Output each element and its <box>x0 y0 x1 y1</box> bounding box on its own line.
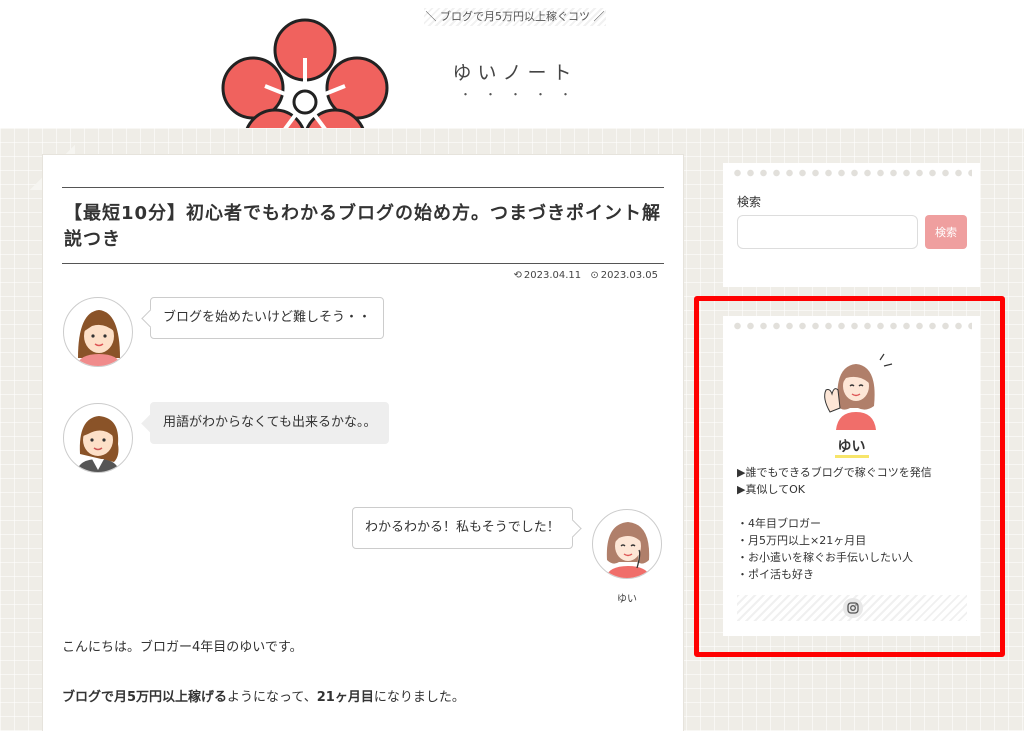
published-date: 2023.03.05 <box>600 270 658 281</box>
profile-description: ▶誰でもできるブログで稼ぐコツを発信 ▶真似してOK ・4年目ブロガー ・月5万… <box>737 464 932 583</box>
woman-suit-illust-icon <box>76 416 120 472</box>
article-title: 【最短10分】初心者でもわかるブログの始め方。つまづきポイント解説つき <box>62 187 664 264</box>
earnings-paragraph: ブログで月5万円以上稼げるようになって、21ヶ月目になりました。 <box>62 686 465 705</box>
yui-waving-illust-icon <box>824 353 893 430</box>
earnings-mid: ようになって、 <box>227 690 317 705</box>
girl-pink-illust-icon <box>76 310 122 366</box>
updated-icon: ⟲ <box>513 270 522 281</box>
intro-paragraph: こんにちは。ブロガー4年目のゆいです。 <box>62 640 303 655</box>
chat-bubble-2: 用語がわからなくても出来るかな。。 <box>150 402 390 444</box>
profile-line: ▶誰でもできるブログで稼ぐコツを発信 <box>737 466 932 479</box>
instagram-link[interactable] <box>843 598 863 618</box>
site-header: ＼ ブログで月5万円以上稼ぐコツ ／ ゆいノート ・・・・・ <box>0 0 1024 128</box>
avatar-girl-pink <box>63 297 133 367</box>
widget-dots <box>731 322 972 330</box>
site-title[interactable]: ゆいノート <box>440 58 590 85</box>
avatar-yui-name: ゆい <box>617 594 637 605</box>
social-links-bar <box>737 595 967 621</box>
search-button[interactable]: 検索 <box>925 215 967 249</box>
widget-dots <box>731 169 972 177</box>
plum-flower-logo-icon[interactable] <box>220 18 390 128</box>
earnings-end: になりました。 <box>373 690 465 705</box>
profile-line: ▶真似してOK <box>737 483 806 496</box>
profile-name: ゆい <box>723 436 980 458</box>
search-label: 検索 <box>737 195 762 209</box>
chat-bubble-3: わかるわかる！私もそうでした！ <box>352 507 573 549</box>
earnings-bold-2: 21ヶ月目 <box>316 690 374 705</box>
profile-line: ・お小遣いを稼ぐお手伝いしたい人 <box>737 551 913 564</box>
updated-date: 2023.04.11 <box>523 270 582 281</box>
avatar-woman-suit <box>63 403 133 473</box>
search-input[interactable] <box>737 215 918 249</box>
published-icon: ⊙ <box>590 270 599 281</box>
instagram-icon <box>847 602 859 614</box>
site-title-dots: ・・・・・ <box>460 88 585 101</box>
profile-line: ・4年目ブロガー <box>737 517 821 530</box>
article-dates: ⟲ 2023.04.11 ⊙ 2023.03.05 <box>500 270 659 281</box>
profile-line: ・月5万円以上×21ヶ月目 <box>737 534 867 547</box>
profile-line <box>737 498 932 515</box>
profile-widget: ゆい ▶誰でもできるブログで稼ぐコツを発信 ▶真似してOK ・4年目ブロガー ・… <box>723 316 980 636</box>
search-widget: 検索 検索 <box>723 163 980 287</box>
yui-illust-icon <box>605 522 651 578</box>
profile-line: ・ポイ活も好き <box>737 568 814 581</box>
site-tagline: ＼ ブログで月5万円以上稼ぐコツ ／ <box>424 8 606 26</box>
chat-bubble-1: ブログを始めたいけど難しそう・・ <box>150 297 385 339</box>
avatar-yui <box>592 509 662 579</box>
profile-name-text: ゆい <box>834 439 869 458</box>
earnings-bold-1: ブログで月5万円以上稼げる <box>62 690 228 705</box>
